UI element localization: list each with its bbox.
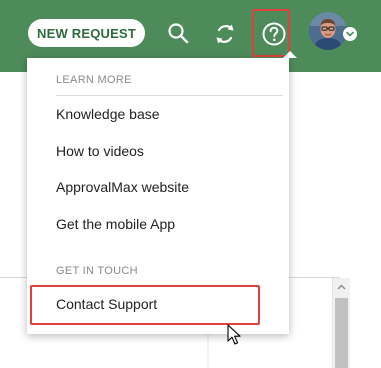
chevron-down-icon[interactable] <box>343 27 357 41</box>
scrollbar-thumb[interactable] <box>335 298 348 368</box>
new-request-button[interactable]: NEW REQUEST <box>28 19 145 47</box>
section-header-get-in-touch: GET IN TOUCH <box>56 265 138 277</box>
menu-item-approvalmax-website[interactable]: ApprovalMax website <box>56 179 189 195</box>
menu-item-get-mobile-app[interactable]: Get the mobile App <box>56 216 175 232</box>
section-divider <box>56 95 283 96</box>
sync-icon[interactable] <box>211 20 239 48</box>
help-dropdown-menu: LEARN MORE Knowledge base How to videos … <box>27 51 297 334</box>
search-icon[interactable] <box>165 20 191 46</box>
scroll-up-arrow-icon[interactable] <box>333 278 350 295</box>
vertical-scrollbar[interactable] <box>332 278 350 368</box>
dropdown-caret <box>283 51 297 58</box>
help-icon[interactable] <box>260 20 288 48</box>
menu-item-how-to-videos[interactable]: How to videos <box>56 143 144 159</box>
section-header-learn-more: LEARN MORE <box>56 74 132 86</box>
menu-item-knowledge-base[interactable]: Knowledge base <box>56 106 160 122</box>
menu-item-contact-support[interactable]: Contact Support <box>56 296 157 312</box>
user-avatar[interactable] <box>309 12 347 50</box>
